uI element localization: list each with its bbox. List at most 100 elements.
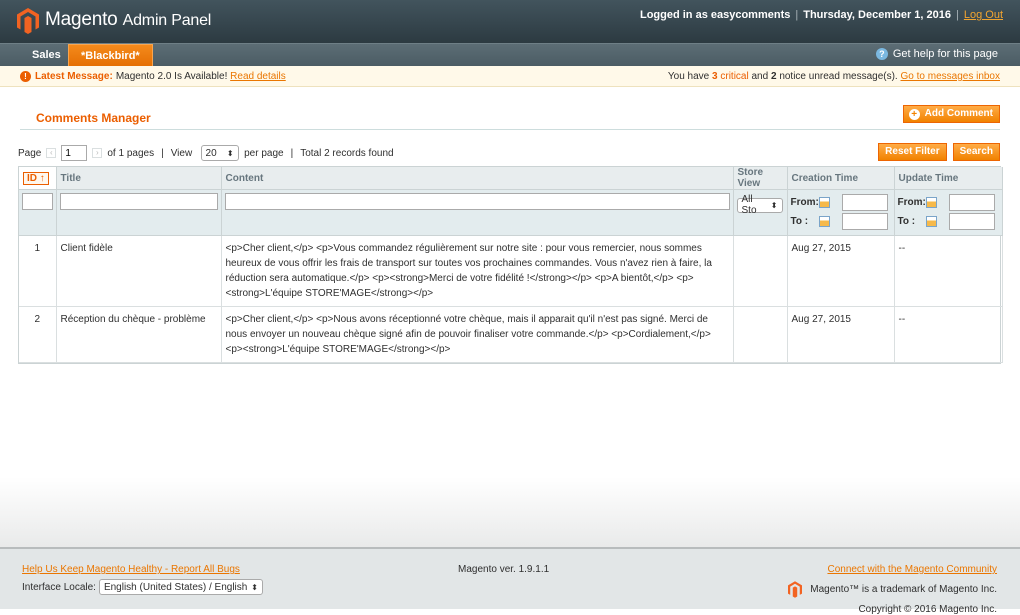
header-user-info: Logged in as easycomments | Thursday, Dece…: [639, 9, 1003, 21]
search-button[interactable]: Search: [952, 143, 1000, 161]
read-details-link[interactable]: Read details: [230, 66, 286, 87]
page-label: Page: [18, 147, 42, 159]
main-nav: Sales *Blackbird* ? Get help for this pa…: [0, 43, 1020, 66]
update-to-label: To :: [897, 216, 916, 227]
update-to-input[interactable]: [948, 213, 995, 230]
update-from-input[interactable]: [948, 194, 995, 211]
community-link[interactable]: Connect with the Magento Community: [827, 564, 997, 575]
messages-inbox-link[interactable]: Go to messages inbox: [901, 71, 1001, 82]
help-label: Get help for this page: [892, 48, 998, 60]
notice-text: notice unread message(s).: [779, 71, 898, 82]
grid-actions: Reset Filter Search: [878, 143, 1000, 161]
plus-icon: +: [908, 108, 920, 120]
footer-gradient: [0, 477, 1020, 547]
per-page-select[interactable]: 20 ⬍: [200, 145, 239, 161]
page-title-bar: Comments Manager: [20, 110, 1000, 130]
pager: Page ‹ › of 1 pages | View 20⬍ per page …: [18, 145, 394, 161]
column-header-content[interactable]: Content: [221, 167, 734, 190]
nav-item-sales[interactable]: Sales: [20, 44, 74, 66]
calendar-icon[interactable]: [818, 197, 830, 208]
trademark-text: Magento™ is a trademark of Magento Inc.: [810, 584, 997, 595]
prev-page-icon[interactable]: ‹: [46, 148, 57, 158]
column-header-creation-time[interactable]: Creation Time: [787, 167, 895, 190]
help-icon: ?: [875, 48, 888, 60]
next-page-icon[interactable]: ›: [92, 148, 103, 158]
update-from-label: From:: [897, 197, 926, 208]
column-header-store-view[interactable]: Store View: [733, 167, 788, 190]
magento-logo-icon: [17, 7, 39, 34]
footer: Help Us Keep Magento Healthy - Report Al…: [0, 547, 1020, 615]
cell-content: <p>Cher client,</p> <p>Nous avons récept…: [221, 306, 734, 363]
copyright-text: Copyright © 2016 Magento Inc.: [858, 604, 997, 615]
store-filter-value: All Sto: [741, 194, 757, 216]
critical-count: 3: [712, 71, 718, 82]
calendar-icon[interactable]: [818, 216, 830, 227]
current-date: Thursday, December 1, 2016: [803, 9, 951, 21]
page-title: Comments Manager: [36, 111, 151, 125]
column-header-title[interactable]: Title: [56, 167, 222, 190]
comments-grid: ID ↑ Title Content Store View Creation T…: [18, 166, 1003, 364]
warning-icon: !: [20, 71, 31, 82]
and-text: and: [751, 71, 769, 82]
cell-updated: --: [894, 306, 1003, 363]
sort-asc-icon: ↑: [39, 172, 45, 184]
cell-title: Client fidèle: [56, 235, 222, 307]
magento-small-logo-icon: [788, 581, 803, 598]
total-records: Total 2 records found: [300, 147, 394, 159]
add-comment-label: Add Comment: [924, 108, 993, 119]
per-page-value: 20: [205, 147, 217, 159]
logo-main-text: Magento: [45, 9, 118, 30]
cell-store: [733, 306, 788, 363]
calendar-icon[interactable]: [925, 216, 937, 227]
notice-count: 2: [770, 71, 777, 82]
column-label-id: ID: [27, 172, 37, 184]
latest-message-text: Magento 2.0 Is Available!: [115, 71, 228, 82]
filter-store-select[interactable]: All Sto ⬍: [736, 194, 783, 216]
help-link[interactable]: ? Get help for this page: [875, 48, 998, 60]
cell-created: Aug 27, 2015: [787, 306, 895, 363]
filter-id-input[interactable]: [22, 193, 53, 210]
cell-updated: --: [894, 235, 1003, 307]
you-have-text: You have: [667, 71, 710, 82]
creation-from-label: From:: [790, 197, 819, 208]
of-pages-text: of 1 pages: [107, 147, 155, 159]
cell-id: 1: [19, 235, 57, 307]
creation-from-input[interactable]: [841, 194, 888, 211]
calendar-icon[interactable]: [925, 197, 937, 208]
filter-row: All Sto ⬍ From: To : From: To :: [19, 189, 1003, 236]
per-page-label: per page: [244, 147, 284, 159]
locale-value: English (United States) / English: [103, 581, 248, 593]
magento-version: Magento ver. 1.9.1.1: [458, 564, 550, 575]
select-arrows-icon: ⬍: [251, 582, 258, 592]
select-arrows-icon: ⬍: [226, 148, 234, 158]
grid-header-row: ID ↑ Title Content Store View Creation T…: [19, 167, 1003, 190]
nav-item-blackbird[interactable]: *Blackbird*: [68, 44, 153, 66]
cell-content: <p>Cher client,</p> <p>Vous commandez ré…: [221, 235, 734, 307]
creation-to-label: To :: [790, 216, 809, 227]
filter-content-input[interactable]: [224, 193, 730, 210]
add-comment-button[interactable]: + Add Comment: [902, 105, 1000, 123]
cell-store: [733, 235, 788, 307]
table-row[interactable]: 2 Réception du chèque - problème <p>Cher…: [19, 306, 1003, 363]
page-number-input[interactable]: [61, 145, 88, 161]
locale-select[interactable]: English (United States) / English ⬍: [98, 579, 263, 595]
critical-label: critical: [720, 71, 749, 82]
view-label: View: [170, 147, 193, 159]
table-row[interactable]: 1 Client fidèle <p>Cher client,</p> <p>V…: [19, 235, 1003, 307]
filter-title-input[interactable]: [59, 193, 218, 210]
reset-filter-button[interactable]: Reset Filter: [878, 143, 947, 161]
message-bar: ! Latest Message: Magento 2.0 Is Availab…: [0, 66, 1020, 87]
report-bugs-link[interactable]: Help Us Keep Magento Healthy - Report Al…: [22, 564, 240, 575]
magento-logo[interactable]: Magento Admin Panel: [17, 7, 211, 34]
logged-in-text: Logged in as easycomments: [639, 9, 791, 21]
latest-message-label: Latest Message:: [35, 71, 113, 82]
column-header-id[interactable]: ID ↑: [19, 167, 57, 190]
logout-link[interactable]: Log Out: [964, 9, 1003, 21]
locale-label: Interface Locale:: [22, 581, 96, 593]
cell-created: Aug 27, 2015: [787, 235, 895, 307]
cell-id: 2: [19, 306, 57, 363]
header: Magento Admin Panel Logged in as easycom…: [0, 0, 1020, 43]
column-header-update-time[interactable]: Update Time: [894, 167, 1003, 190]
select-arrows-icon: ⬍: [770, 200, 778, 210]
creation-to-input[interactable]: [841, 213, 888, 230]
